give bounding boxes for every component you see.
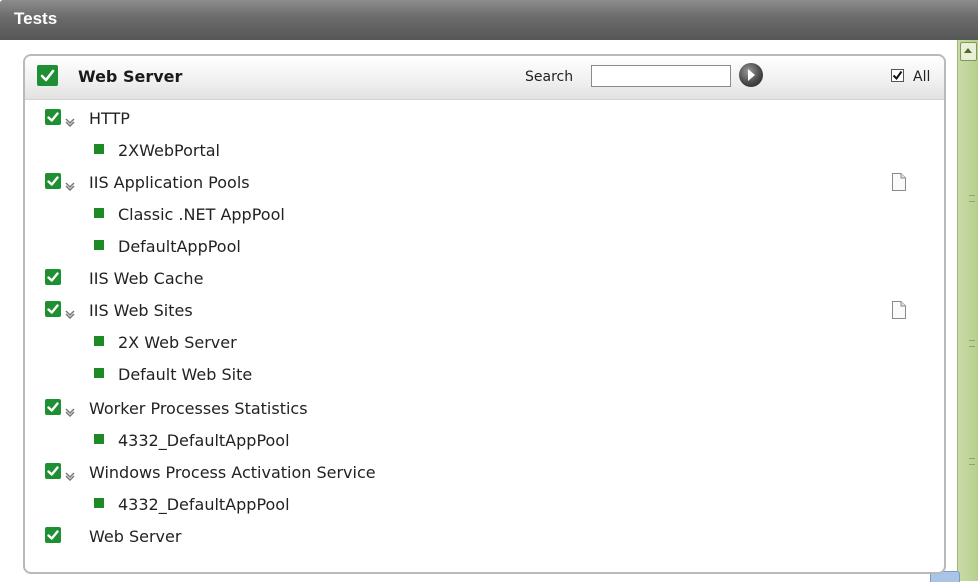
tree-node-label: IIS Web Sites [89,301,193,320]
scroll-grip [969,340,975,347]
checkmark-icon[interactable] [45,173,61,189]
leaf-square-icon [94,368,104,378]
window-title: Tests [14,9,58,28]
leaf-square-icon [94,240,104,250]
window-title-bar: Tests [0,0,978,40]
tree-node-row[interactable]: IIS Web Sites [25,298,944,322]
panel-title: Web Server [78,67,183,86]
tree-leaf-row[interactable]: 2XWebPortal [25,138,944,162]
tree-node-label: Worker Processes Statistics [89,399,308,418]
web-server-panel: Web Server Search All HTTP 2XWebPortal IIS… [23,54,946,574]
checkmark-icon[interactable] [45,301,61,317]
tree-node-row[interactable]: Worker Processes Statistics [25,396,944,420]
tree-node-row[interactable]: HTTP [25,106,944,130]
tree-leaf-label: 4332_DefaultAppPool [118,495,290,514]
expand-chevron-icon[interactable] [64,466,76,482]
tree-leaf-row[interactable]: 4332_DefaultAppPool [25,492,944,516]
tree-leaf-label: Default Web Site [118,365,253,384]
document-icon[interactable] [891,300,907,320]
tree-leaf-row[interactable]: DefaultAppPool [25,234,944,258]
leaf-square-icon [94,208,104,218]
document-icon[interactable] [891,172,907,192]
search-input[interactable] [591,65,731,87]
panel-header: Web Server Search All [25,56,944,100]
leaf-square-icon [94,434,104,444]
tree-leaf-label: DefaultAppPool [118,237,241,256]
tree-node-label: IIS Web Cache [89,269,204,288]
all-label: All [913,69,931,85]
panel-check-icon[interactable] [37,65,58,86]
expand-chevron-icon[interactable] [64,112,76,128]
checkmark-icon[interactable] [45,109,61,125]
scroll-grip [969,458,975,465]
expand-chevron-icon[interactable] [64,304,76,320]
tree-node-row[interactable]: IIS Application Pools [25,170,944,194]
tree-node-label: Web Server [89,527,182,546]
tree-node-row[interactable]: Web Server [25,524,944,548]
tree-leaf-label: 2XWebPortal [118,141,220,160]
search-label: Search [525,69,574,85]
all-checkbox[interactable] [891,69,904,82]
tree-leaf-label: Classic .NET AppPool [118,205,285,224]
leaf-square-icon [94,336,104,346]
tree-node-row[interactable]: IIS Web Cache [25,266,944,290]
vertical-scrollbar[interactable] [957,40,978,581]
tree-leaf-row[interactable]: 4332_DefaultAppPool [25,428,944,452]
scroll-up-button[interactable] [960,42,977,61]
checkmark-icon[interactable] [45,463,61,479]
checkmark-icon[interactable] [45,399,61,415]
checkmark-icon[interactable] [45,269,61,285]
expand-chevron-icon[interactable] [64,402,76,418]
scroll-grip [969,195,975,202]
tree-node-label: Windows Process Activation Service [89,463,376,482]
checkmark-icon[interactable] [45,527,61,543]
tree-leaf-row[interactable]: 2X Web Server [25,330,944,354]
leaf-square-icon [94,498,104,508]
tree-node-label: HTTP [89,109,130,128]
leaf-square-icon [94,144,104,154]
expand-chevron-icon[interactable] [64,176,76,192]
tree-leaf-label: 2X Web Server [118,333,237,352]
tree-leaf-row[interactable]: Classic .NET AppPool [25,202,944,226]
tree-leaf-row[interactable]: Default Web Site [25,362,944,386]
search-go-button[interactable] [739,63,763,87]
tree-node-label: IIS Application Pools [89,173,250,192]
tree-leaf-label: 4332_DefaultAppPool [118,431,290,450]
tree-node-row[interactable]: Windows Process Activation Service [25,460,944,484]
